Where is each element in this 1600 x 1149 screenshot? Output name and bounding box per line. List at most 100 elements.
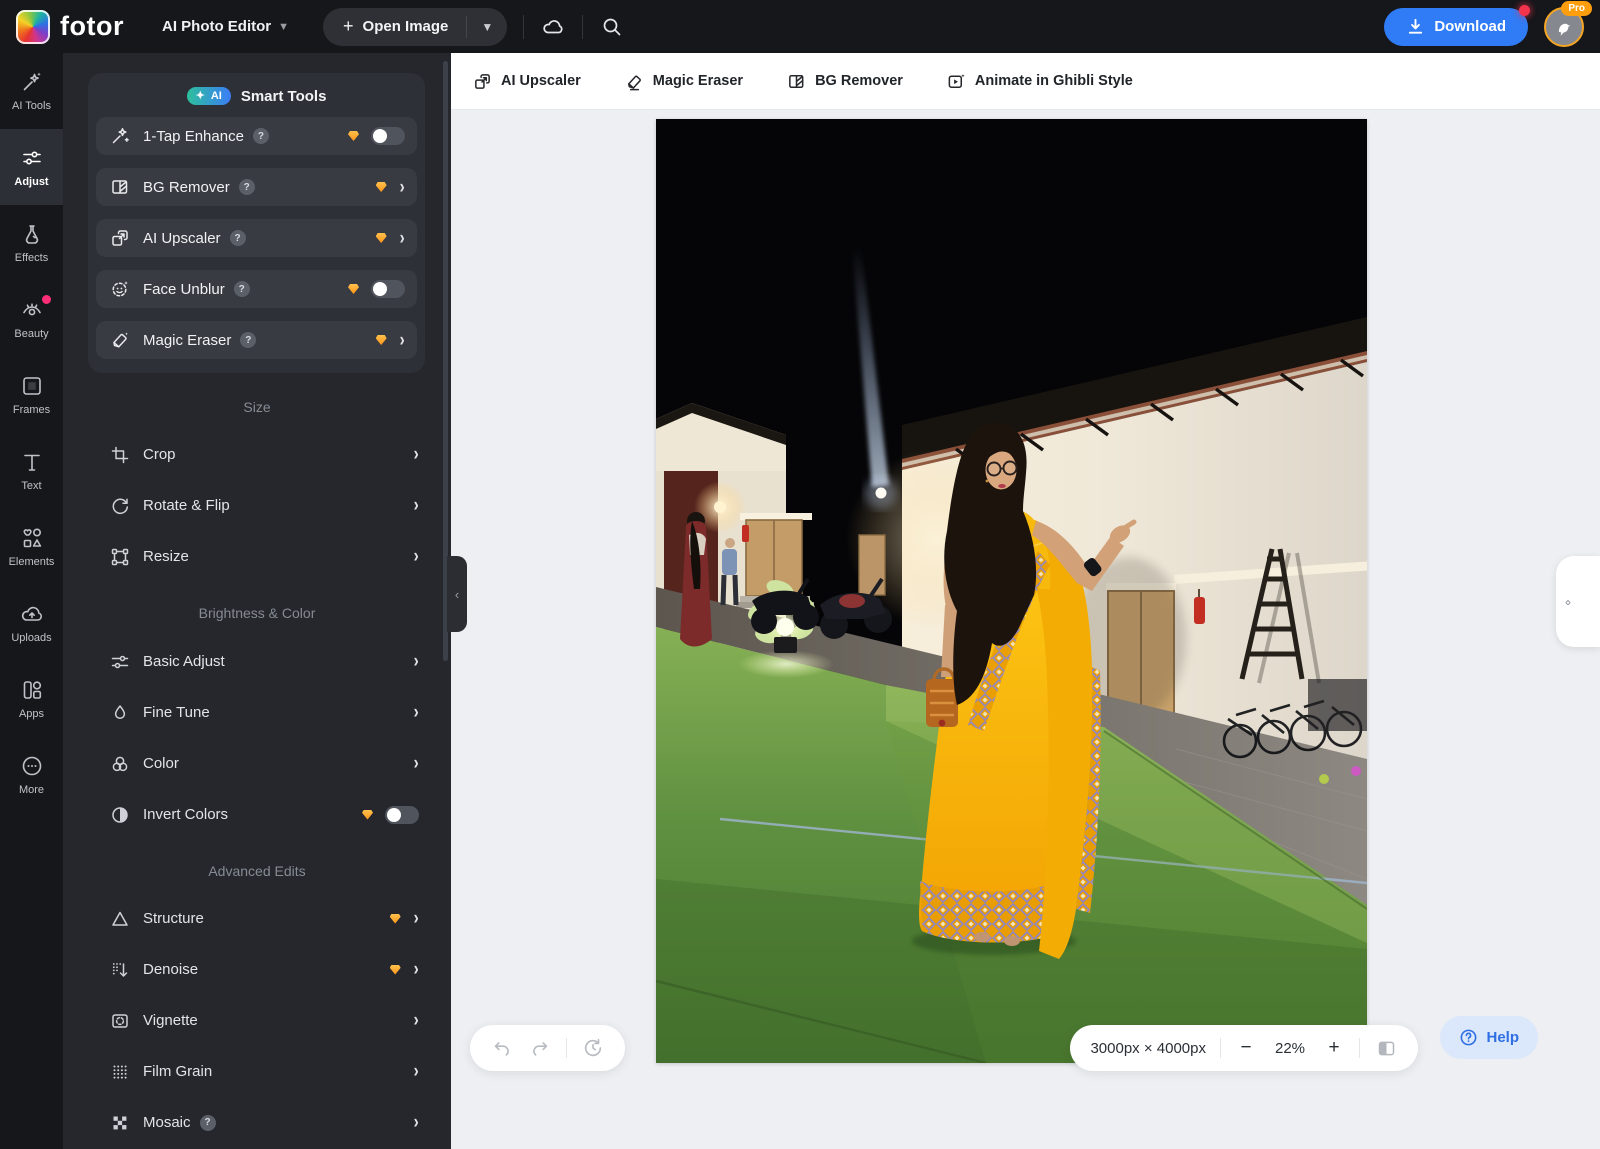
tool-bg-remover[interactable]: BG Remover ? › [96,168,417,206]
sidebar-item-effects[interactable]: Effects [0,205,63,281]
item-resize[interactable]: Resize › [88,538,425,575]
item-structure[interactable]: Structure › [88,900,425,937]
right-panel-expand-handle[interactable]: ‹› [1556,556,1600,647]
item-label: Film Grain [143,1063,212,1080]
help-icon[interactable]: ? [234,281,250,297]
reset-history-button[interactable] [581,1036,605,1060]
item-film-grain[interactable]: Film Grain › [88,1053,425,1090]
chevron-right-icon: › [399,331,404,350]
help-button[interactable]: Help [1440,1016,1538,1059]
ai-upscaler-icon [473,72,492,91]
sidebar-item-text[interactable]: Text [0,433,63,509]
divider [1359,1038,1360,1058]
chevron-right-icon: › [413,1113,418,1132]
avatar[interactable]: Pro [1544,7,1584,47]
download-button[interactable]: Download [1384,8,1528,46]
tool-face-unblur[interactable]: Face Unblur ? [96,270,417,308]
item-vignette[interactable]: Vignette › [88,1002,425,1039]
zoom-out-button[interactable]: − [1235,1037,1257,1059]
invert-colors-toggle[interactable] [385,806,419,824]
help-icon[interactable]: ? [239,179,255,195]
pro-gem-icon [376,335,387,345]
redo-button[interactable] [528,1036,552,1060]
divider [582,15,583,39]
pro-gem-icon [376,233,387,243]
item-invert-colors[interactable]: Invert Colors [88,796,425,833]
rotate-icon [110,496,130,516]
tool-magic-eraser[interactable]: Magic Eraser ? › [96,321,417,359]
chevron-right-icon: › [413,703,418,722]
fotor-logo[interactable]: fotor [16,10,124,44]
chevron-right-icon: › [413,960,418,979]
chevron-right-icon: › [413,1062,418,1081]
photo-canvas[interactable] [656,119,1367,1063]
tool-label: Magic Eraser [143,332,231,349]
rail-label: Apps [19,708,44,720]
ai-upscaler-icon [110,228,130,248]
animate-icon [947,72,966,91]
item-mosaic[interactable]: Mosaic ? › [88,1104,425,1141]
tool-label: AI Upscaler [143,230,221,247]
sidebar-item-ai-tools[interactable]: AI Tools [0,53,63,129]
open-image-dropdown-button[interactable]: ▼ [467,8,507,46]
cloud-icon[interactable] [540,14,566,40]
face-unblur-toggle[interactable] [371,280,405,298]
compare-icon[interactable] [1374,1036,1398,1060]
download-label: Download [1434,18,1506,35]
search-icon[interactable] [599,14,625,40]
toolbar-animate-ghibli[interactable]: Animate in Ghibli Style [947,72,1133,91]
item-fine-tune[interactable]: Fine Tune › [88,694,425,731]
item-label: Color [143,755,179,772]
help-icon[interactable]: ? [230,230,246,246]
undo-button[interactable] [490,1036,514,1060]
enhance-toggle[interactable] [371,127,405,145]
sidebar-item-elements[interactable]: Elements [0,509,63,585]
structure-icon [110,909,130,929]
item-crop[interactable]: Crop › [88,436,425,473]
help-icon[interactable]: ? [200,1115,216,1131]
tool-1-tap-enhance[interactable]: 1-Tap Enhance ? [96,117,417,155]
text-icon [20,450,44,474]
help-icon[interactable]: ? [240,332,256,348]
divider [523,15,524,39]
sidebar-item-uploads[interactable]: Uploads [0,585,63,661]
rail-label: Text [21,480,41,492]
adjust-icon [20,146,44,170]
section-title-advanced-edits: Advanced Edits [63,863,451,879]
bg-remover-icon [110,177,130,197]
item-basic-adjust[interactable]: Basic Adjust › [88,643,425,680]
item-label: Crop [143,446,176,463]
fotor-logo-icon [16,10,50,44]
sidebar-item-beauty[interactable]: Beauty [0,281,63,357]
toolbar-magic-eraser[interactable]: Magic Eraser [625,72,743,91]
item-rotate-flip[interactable]: Rotate & Flip › [88,487,425,524]
left-rail: AI Tools Adjust Effects Beauty Frames [0,53,63,1149]
effects-icon [20,222,44,246]
toolbar-bg-remover[interactable]: BG Remover [787,72,903,91]
toolbar-label: AI Upscaler [501,73,581,89]
basic-adjust-icon [110,652,130,672]
open-image-button[interactable]: + Open Image [323,8,466,46]
toolbar-ai-upscaler[interactable]: AI Upscaler [473,72,581,91]
pro-gem-icon [376,182,387,192]
item-label: Vignette [143,1012,198,1029]
editor-mode-menu[interactable]: AI Photo Editor ▼ [162,18,289,35]
help-icon[interactable]: ? [253,128,269,144]
pro-gem-icon [362,810,373,820]
zoom-in-button[interactable]: + [1323,1037,1345,1059]
bg-remover-icon [787,72,806,91]
panel-collapse-handle[interactable]: ‹ [447,556,467,632]
item-denoise[interactable]: Denoise › [88,951,425,988]
tool-ai-upscaler[interactable]: AI Upscaler ? › [96,219,417,257]
sidebar-item-adjust[interactable]: Adjust [0,129,63,205]
sidebar-item-frames[interactable]: Frames [0,357,63,433]
fine-tune-icon [110,703,130,723]
topbar-actions: Download Pro [1384,7,1584,47]
sidebar-item-apps[interactable]: Apps [0,661,63,737]
item-label: Fine Tune [143,704,210,721]
top-bar: fotor AI Photo Editor ▼ + Open Image ▼ D… [0,0,1600,53]
sidebar-item-more[interactable]: More [0,737,63,813]
item-color[interactable]: Color › [88,745,425,782]
item-label: Mosaic [143,1114,191,1131]
face-unblur-icon [110,279,130,299]
